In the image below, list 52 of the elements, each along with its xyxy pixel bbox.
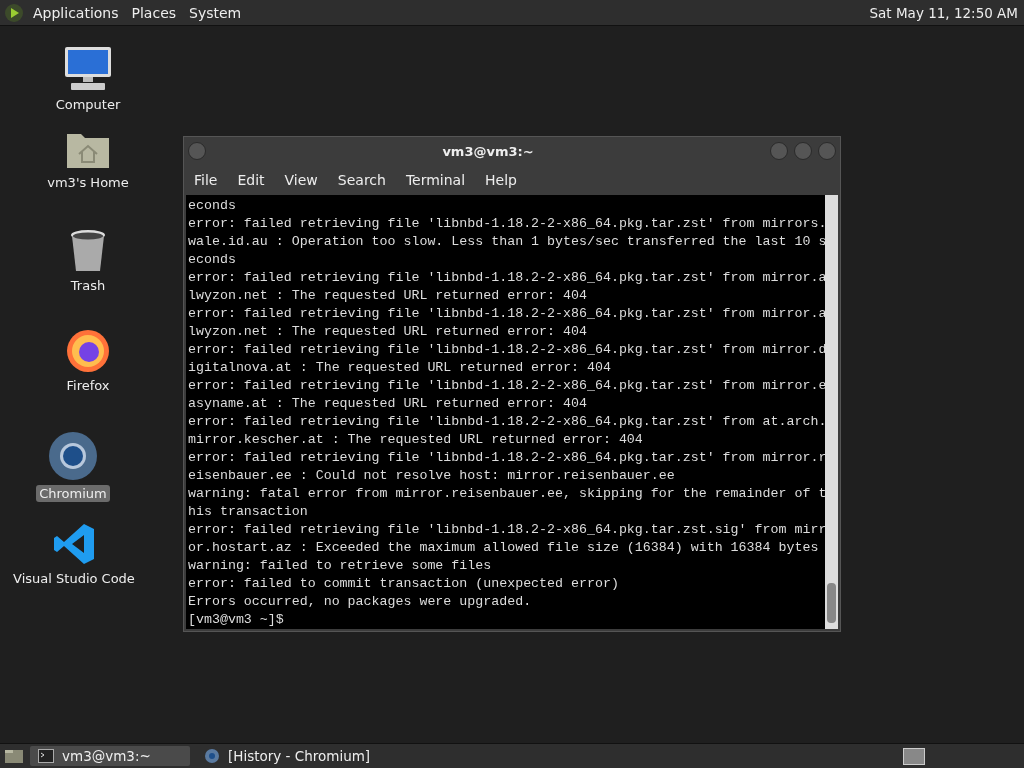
terminal-line: error: failed retrieving file 'libnbd-1.18.2-2-x86_64.pkg.tar.zst' from mirrors. [188,215,825,233]
panel-menu[interactable]: Applications [33,4,119,21]
vscode-icon[interactable] [52,522,96,566]
terminal-line: eisenbauer.ee : Could not resolve host: mirror.reisenbauer.ee [188,467,676,485]
menu-logo-icon[interactable] [4,2,24,23]
terminal-line: error: failed to commit transaction (unexpected error) [188,575,620,593]
terminal-line: lwyzon.net : The requested URL returned error: 404 [188,323,588,341]
chromium-icon [204,748,220,764]
terminal-line: wale.id.au : Operation too slow. Less than 1 bytes/sec transferred the last 10 s [188,233,825,251]
terminal-line: Errors occurred, no packages were upgraded. [188,593,533,611]
show-desktop-icon[interactable] [4,748,24,764]
desktop-icon-label[interactable]: Trash [67,277,109,294]
terminal-line: igitalnova.at : The requested URL returned error: 404 [188,359,612,377]
chromium-icon[interactable] [48,431,98,481]
menu-item[interactable]: Help [485,172,517,188]
menu-item[interactable]: File [194,172,218,188]
panel-menu[interactable]: Places [131,4,177,21]
desktop-icon-label[interactable]: Visual Studio Code [10,570,138,587]
desktop-icon-label[interactable]: Chromium [36,485,110,502]
scrollbar[interactable] [825,195,838,629]
terminal-line: his transaction [188,503,309,521]
terminal-line: lwyzon.net : The requested URL returned error: 404 [188,287,588,305]
menu-item[interactable]: View [284,172,318,188]
clock[interactable]: Sat May 11, 12:50 AM [869,4,1018,21]
panel-menu[interactable]: System [189,4,242,21]
menu-item[interactable]: Terminal [405,172,466,188]
workspace-switcher[interactable] [903,747,925,765]
desktop-icon-label[interactable]: Computer [52,96,124,113]
terminal-line: error: failed retrieving file 'libnbd-1.18.2-2-x86_64.pkg.tar.zst' from mirror.r [188,449,825,467]
terminal-line: econds [188,251,237,269]
terminal-line: warning: fatal error from mirror.reisenbauer.ee, skipping for the remainder of t [188,485,825,503]
menu-item[interactable]: Edit [237,172,265,188]
taskbar-button[interactable]: vm3@vm3:~ [30,746,190,766]
terminal-line: error: failed retrieving file 'libnbd-1.18.2-2-x86_64.pkg.tar.zst' from mirror.e [188,377,825,395]
monitor-icon[interactable] [63,46,113,92]
terminal-line: warning: failed to retrieve some files [188,557,493,575]
terminal-line: asyname.at : The requested URL returned error: 404 [188,395,588,413]
shell-prompt[interactable]: [vm3@vm3 ~]$ [188,611,825,629]
terminal-icon [38,749,54,763]
desktop-icon-label[interactable]: Firefox [63,377,113,394]
trash-icon[interactable] [69,229,107,273]
terminal-line: error: failed retrieving file 'libnbd-1.18.2-2-x86_64.pkg.tar.zst' from mirror.d [188,341,825,359]
window-title: vm3@vm3:~ [441,143,535,159]
taskbar-button[interactable]: [History - Chromium] [196,746,379,766]
terminal-line: error: failed retrieving file 'libnbd-1.18.2-2-x86_64.pkg.tar.zst.sig' from mirr [188,521,825,539]
menu-item[interactable]: Search [337,172,386,188]
terminal-line: mirror.kescher.at : The requested URL returned error: 404 [188,431,644,449]
terminal-line: econds [188,197,237,215]
terminal-line: or.hostart.az : Exceeded the maximum allowed file size (16384) with 16384 bytes [188,539,820,557]
desktop-icon-label[interactable]: vm3's Home [44,174,132,191]
terminal-line: error: failed retrieving file 'libnbd-1.18.2-2-x86_64.pkg.tar.zst' from at.arch. [188,413,825,431]
firefox-icon[interactable] [65,327,111,373]
